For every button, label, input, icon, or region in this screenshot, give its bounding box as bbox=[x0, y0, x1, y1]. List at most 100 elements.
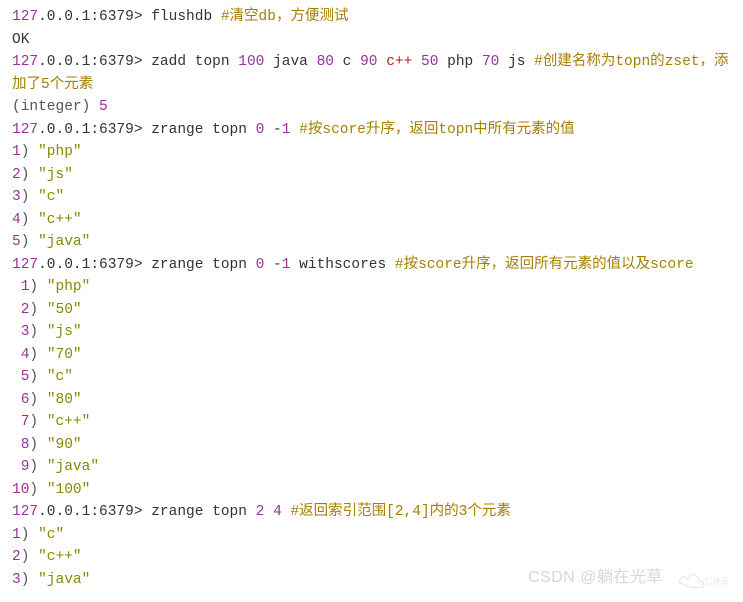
index: 4 bbox=[12, 347, 29, 363]
prompt-ip: 127 bbox=[12, 504, 38, 520]
index: 10 bbox=[12, 482, 29, 498]
index: 9 bbox=[12, 459, 29, 475]
number: 90 bbox=[360, 54, 377, 70]
string-value: "java" bbox=[38, 234, 90, 250]
paren: ) bbox=[29, 302, 46, 318]
list-item: 2) "50" bbox=[12, 299, 731, 322]
terminal-line: 127.0.0.1:6379> zrange topn 0 -1 #按score… bbox=[12, 119, 731, 142]
list-item: 9) "java" bbox=[12, 456, 731, 479]
terminal-line: OK bbox=[12, 29, 731, 52]
prompt-ip: 127 bbox=[12, 9, 38, 25]
paren: ) bbox=[29, 324, 46, 340]
cmd-text: php bbox=[438, 54, 482, 70]
cmd-text: flushdb bbox=[151, 9, 221, 25]
list-item: 2) "c++" bbox=[12, 546, 731, 569]
list-item: 1) "php" bbox=[12, 276, 731, 299]
csdn-watermark: CSDN @躺在光草 bbox=[528, 567, 663, 590]
index: 2 bbox=[12, 167, 21, 183]
prompt-ip: 127 bbox=[12, 257, 38, 273]
paren: ) bbox=[29, 482, 46, 498]
terminal-line: 127.0.0.1:6379> flushdb #清空db，方便测试 bbox=[12, 6, 731, 29]
number: 4 bbox=[273, 504, 282, 520]
string-value: "100" bbox=[47, 482, 91, 498]
paren: ) bbox=[21, 527, 38, 543]
index: 2 bbox=[12, 302, 29, 318]
cmd-text: zrange topn bbox=[151, 257, 255, 273]
prompt-rest: .0.0.1:6379> bbox=[38, 504, 151, 520]
prompt-ip: 127 bbox=[12, 122, 38, 138]
cmd-text: zrange topn bbox=[151, 504, 255, 520]
list-item: 3) "js" bbox=[12, 321, 731, 344]
cmd-text: zadd topn bbox=[151, 54, 238, 70]
paren: ) bbox=[29, 414, 46, 430]
prompt-rest: .0.0.1:6379> bbox=[38, 122, 151, 138]
index: 3 bbox=[12, 189, 21, 205]
paren: ) bbox=[21, 189, 38, 205]
index: 3 bbox=[12, 572, 21, 588]
list-item: 2) "js" bbox=[12, 164, 731, 187]
paren: ) bbox=[29, 392, 46, 408]
string-value: "c++" bbox=[38, 549, 82, 565]
cmd-text: c bbox=[334, 54, 360, 70]
string-value: "java" bbox=[47, 459, 99, 475]
cmd-text: c++ bbox=[378, 54, 422, 70]
terminal-line: 127.0.0.1:6379> zrange topn 2 4 #返回索引范围[… bbox=[12, 501, 731, 524]
cmd-text bbox=[264, 504, 273, 520]
paren: ) bbox=[21, 167, 38, 183]
paren: ) bbox=[21, 234, 38, 250]
string-value: "c++" bbox=[47, 414, 91, 430]
list-item: 1) "php" bbox=[12, 141, 731, 164]
string-value: "js" bbox=[47, 324, 82, 340]
list-item: 5) "c" bbox=[12, 366, 731, 389]
output-text: OK bbox=[12, 32, 29, 48]
string-value: "80" bbox=[47, 392, 82, 408]
string-value: "c++" bbox=[38, 212, 82, 228]
index: 1 bbox=[12, 279, 29, 295]
list-item: 8) "90" bbox=[12, 434, 731, 457]
string-value: "php" bbox=[38, 144, 82, 160]
cmd-text: - bbox=[264, 122, 281, 138]
list-item: 1) "c" bbox=[12, 524, 731, 547]
prompt-rest: .0.0.1:6379> bbox=[38, 54, 151, 70]
cmd-text: - bbox=[264, 257, 281, 273]
comment: #按score升序，返回所有元素的值以及score bbox=[395, 257, 694, 273]
comment: #清空db，方便测试 bbox=[221, 9, 349, 25]
comment: #返回索引范围[2,4]内的3个元素 bbox=[290, 504, 510, 520]
prompt-rest: .0.0.1:6379> bbox=[38, 257, 151, 273]
index: 8 bbox=[12, 437, 29, 453]
prompt-rest: .0.0.1:6379> bbox=[38, 9, 151, 25]
list-item: 10) "100" bbox=[12, 479, 731, 502]
cmd-text: zrange topn bbox=[151, 122, 255, 138]
paren: ) bbox=[29, 437, 46, 453]
string-value: "c" bbox=[38, 189, 64, 205]
string-value: "java" bbox=[38, 572, 90, 588]
cmd-text bbox=[290, 122, 299, 138]
paren: ) bbox=[21, 144, 38, 160]
string-value: "c" bbox=[38, 527, 64, 543]
list-item: 3) "c" bbox=[12, 186, 731, 209]
index: 3 bbox=[12, 324, 29, 340]
list-item: 4) "c++" bbox=[12, 209, 731, 232]
paren: ) bbox=[21, 549, 38, 565]
number: 50 bbox=[421, 54, 438, 70]
list-item: 6) "80" bbox=[12, 389, 731, 412]
number: 70 bbox=[482, 54, 499, 70]
paren: ) bbox=[29, 459, 46, 475]
terminal-line: 127.0.0.1:6379> zadd topn 100 java 80 c … bbox=[12, 51, 731, 96]
terminal-line: (integer) 5 bbox=[12, 96, 731, 119]
index: 1 bbox=[12, 144, 21, 160]
number: 5 bbox=[99, 99, 108, 115]
paren: ) bbox=[29, 347, 46, 363]
string-value: "php" bbox=[47, 279, 91, 295]
yisuyun-logo-icon: 亿速云 bbox=[673, 565, 733, 593]
cmd-text: java bbox=[264, 54, 316, 70]
index: 4 bbox=[12, 212, 21, 228]
paren: ) bbox=[29, 369, 46, 385]
terminal-line: 127.0.0.1:6379> zrange topn 0 -1 withsco… bbox=[12, 254, 731, 277]
index: 1 bbox=[12, 527, 21, 543]
index: 5 bbox=[12, 234, 21, 250]
string-value: "c" bbox=[47, 369, 73, 385]
number: 100 bbox=[238, 54, 264, 70]
number: 80 bbox=[317, 54, 334, 70]
string-value: "50" bbox=[47, 302, 82, 318]
